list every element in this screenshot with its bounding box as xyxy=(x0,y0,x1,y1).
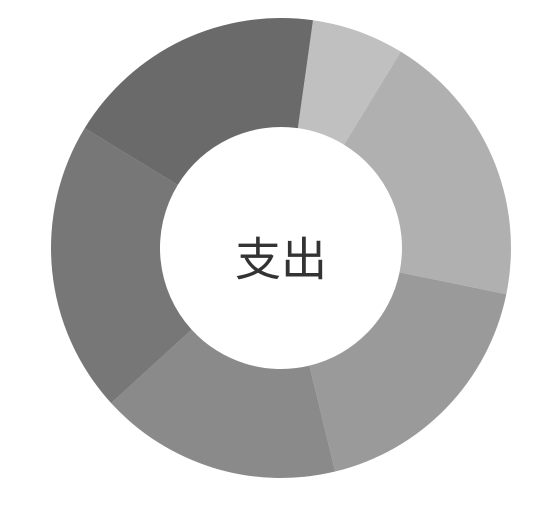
donut-chart-svg: 支出 xyxy=(51,18,511,478)
donut-slice-3 xyxy=(309,272,507,472)
center-label: 支出 xyxy=(235,233,327,287)
donut-chart: 支出 xyxy=(0,0,540,518)
